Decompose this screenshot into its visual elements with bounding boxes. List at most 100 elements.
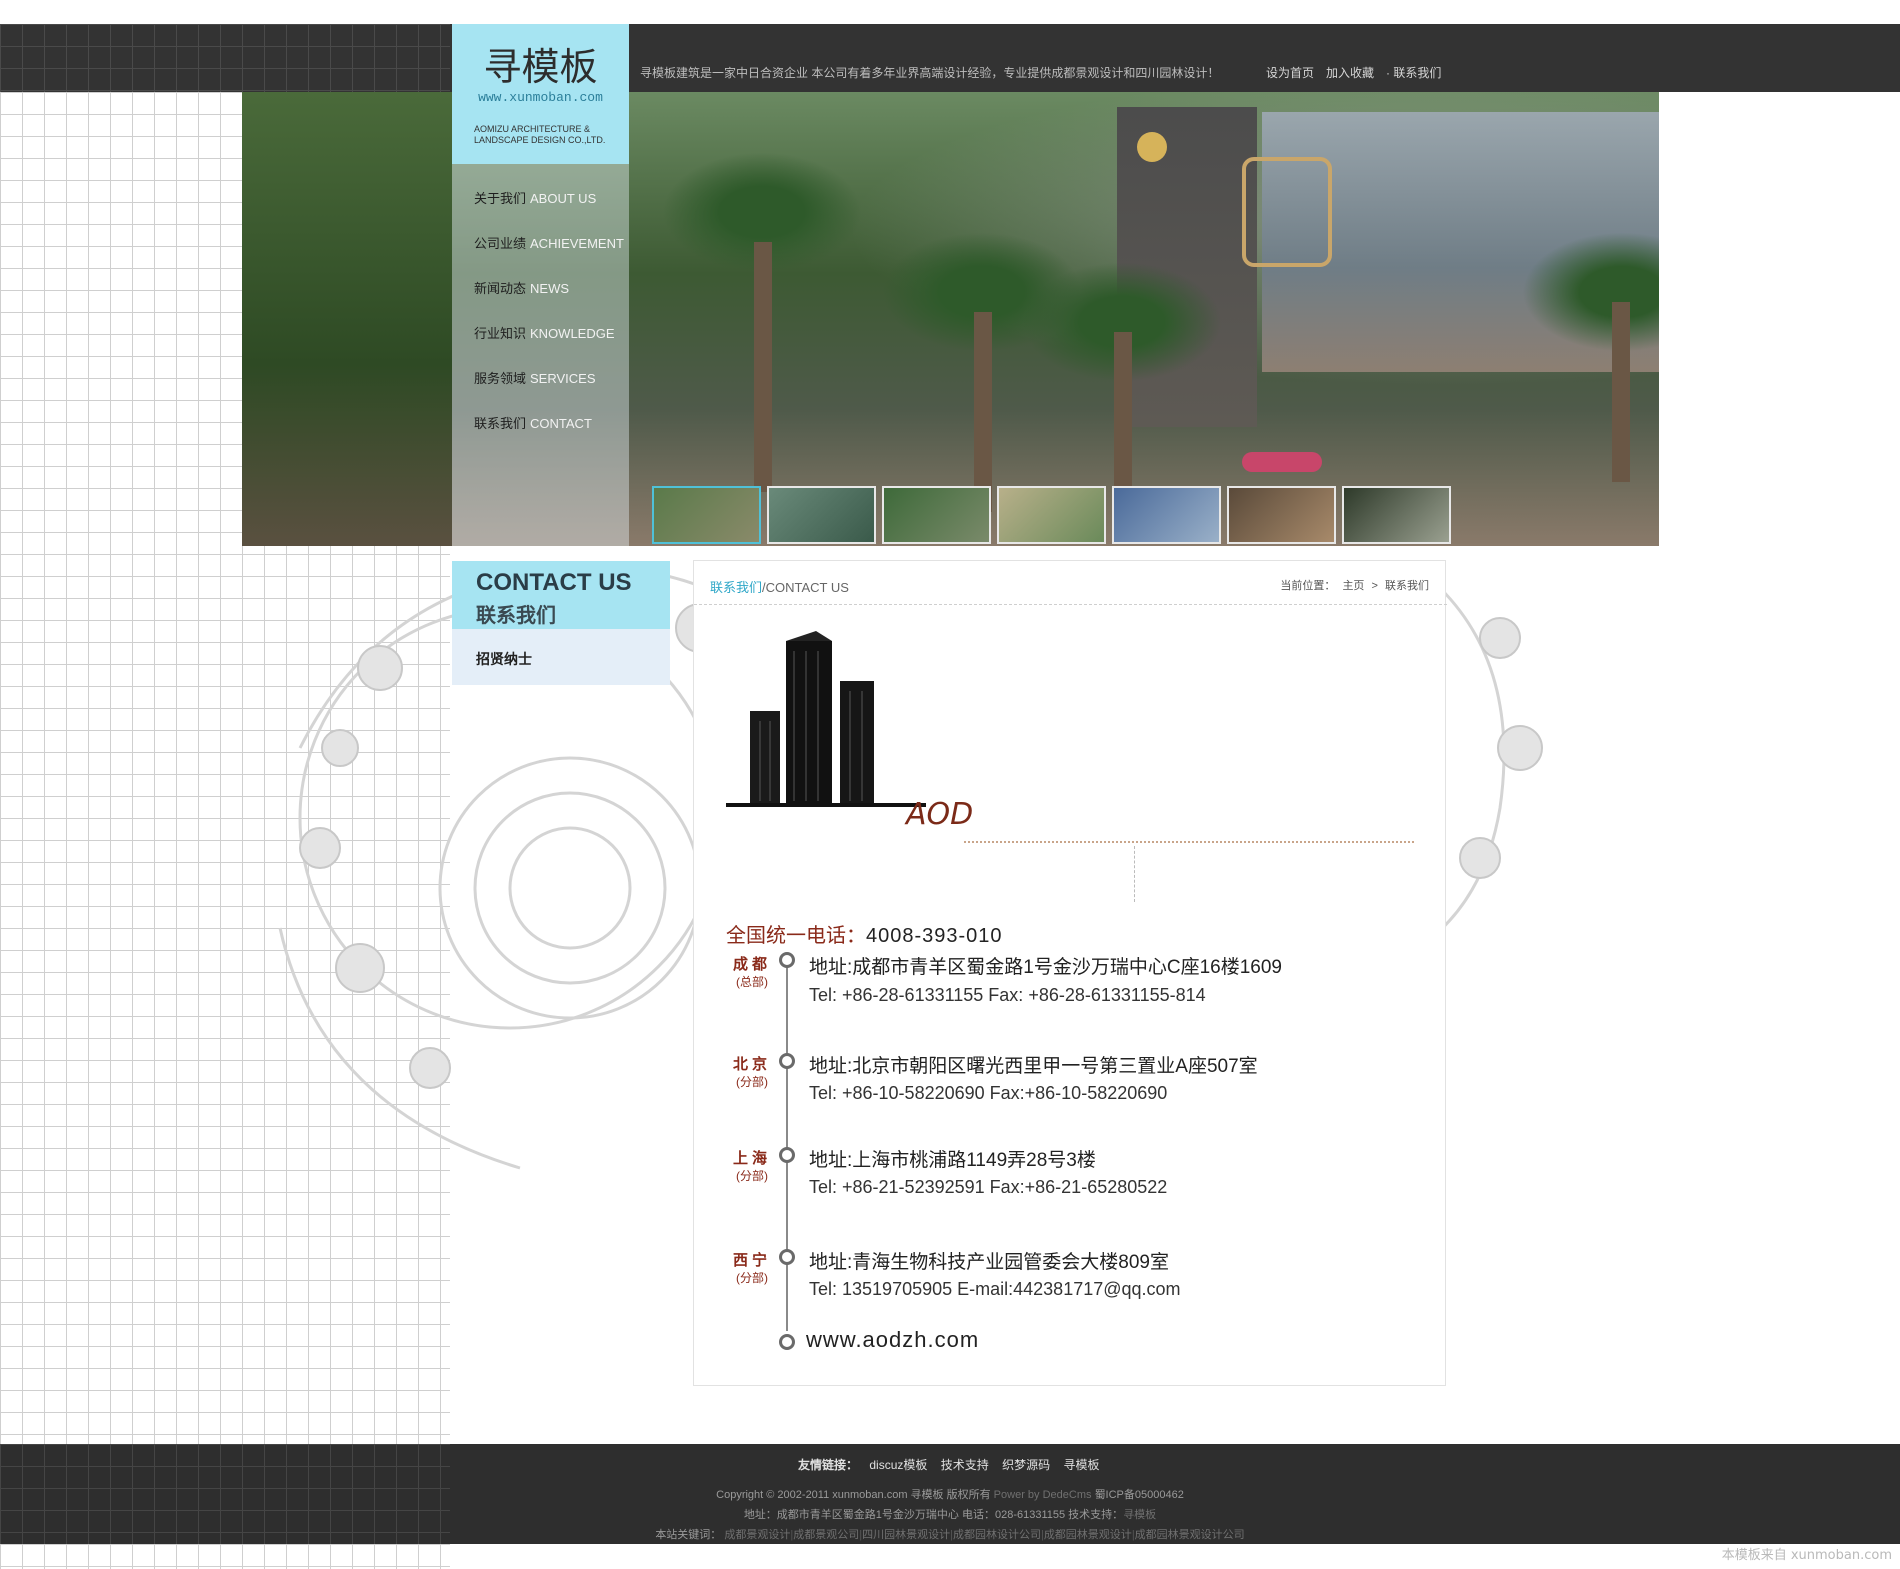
company-name-en: AOMIZU ARCHITECTURE & LANDSCAPE DESIGN C… [474, 124, 606, 145]
sidebar-menu: 招贤纳士 [452, 629, 670, 685]
aod-logo: AOD [906, 797, 974, 832]
hero-palm-trunk [754, 242, 772, 492]
office-contact: Tel: +86-28-61331155 Fax: +86-28-6133115… [809, 985, 1206, 1005]
copyright-line: Copyright © 2002-2011 xunmoban.com 寻模板 版… [0, 1486, 1900, 1502]
friend-links: 友情链接： discuz模板 技术支持 织梦源码 寻模板 [798, 1456, 1109, 1473]
office-type: (分部) [736, 1271, 768, 1285]
nav-item-label-cn: 新闻动态 [474, 281, 527, 296]
content-title-cn: 联系我们 [710, 580, 763, 595]
top-bar-grid [0, 24, 450, 92]
contact-content: 联系我们/CONTACT US 当前位置： 主页 > 联系我们 AOD 全国统一… [693, 560, 1447, 1386]
hotline-label: 全国统一电话： [726, 925, 866, 947]
top-bar: 寻模板建筑是一家中日合资企业 本公司有着多年业界高端设计经验，专业提供成都景观设… [0, 24, 1900, 92]
logo-panel[interactable]: 寻模板 www.xunmoban.com AOMIZU ARCHITECTURE… [452, 24, 629, 164]
office-address: 地址:北京市朝阳区曙光西里甲一号第三置业A座507室 [809, 1056, 1258, 1077]
keyword-link[interactable]: 成都园林景观设计 [1044, 1529, 1132, 1541]
office-address: 地址:青海生物科技产业园管委会大楼809室 [809, 1252, 1169, 1273]
office-city: 上海 [732, 1150, 771, 1167]
keyword-link[interactable]: 四川园林景观设计 [862, 1529, 950, 1541]
content-title: 联系我们/CONTACT US [710, 577, 849, 596]
friend-links-label: 友情链接： [798, 1458, 859, 1472]
office-city: 西宁 [732, 1252, 771, 1269]
sidebar-title-en: CONTACT US [476, 569, 632, 596]
set-homepage-link[interactable]: 设为首页 [1266, 64, 1314, 81]
keywords-line: 本站关键词： 成都景观设计|成都景观公司|四川园林景观设计|成都园林设计公司|成… [0, 1526, 1900, 1542]
banner-thumbnail[interactable] [882, 486, 991, 544]
nav-item-knowledge[interactable]: 行业知识 KNOWLEDGE [474, 323, 615, 343]
nav-item-label-en: KNOWLEDGE [530, 326, 615, 341]
timeline-node [779, 1334, 795, 1350]
nav-item-label-en: ACHIEVEMENT [530, 236, 624, 251]
friend-link[interactable]: discuz模板 [869, 1458, 927, 1472]
office-address: 地址:上海市桃浦路1149弄28号3楼 [809, 1150, 1096, 1171]
website-url[interactable]: www.aodzh.com [806, 1327, 979, 1353]
breadcrumb-separator: > [1371, 580, 1378, 592]
hero-palm-trunk [1612, 302, 1630, 482]
banner-thumbnail[interactable] [767, 486, 876, 544]
top-links: 设为首页 加入收藏 · 联系我们 [1266, 64, 1441, 81]
contact-us-link[interactable]: · 联系我们 [1386, 64, 1441, 81]
hero-palm-trunk [1114, 332, 1132, 502]
copyright-text: Copyright © 2002-2011 xunmoban.com 寻模板 版… [716, 1489, 991, 1501]
sidebar-item-recruitment[interactable]: 招贤纳士 [476, 649, 532, 669]
hero-flowers [1242, 452, 1322, 472]
office-city: 成都 [732, 956, 771, 973]
keyword-link[interactable]: 成都景观公司 [793, 1529, 859, 1541]
office-address: 地址:成都市青羊区蜀金路1号金沙万瑞中心C座16楼1609 [809, 957, 1282, 978]
site-intro: 寻模板建筑是一家中日合资企业 本公司有着多年业界高端设计经验，专业提供成都景观设… [640, 66, 1220, 80]
nav-item-label-cn: 服务领域 [474, 371, 527, 386]
nav-item-label-cn: 行业知识 [474, 326, 527, 341]
friend-link[interactable]: 技术支持 [941, 1458, 989, 1472]
tech-support-link[interactable]: 寻模板 [1123, 1509, 1156, 1521]
breadcrumb: 当前位置： 主页 > 联系我们 [1278, 577, 1431, 593]
skyscraper-illustration [726, 631, 926, 807]
icp-number: 蜀ICP备05000462 [1094, 1489, 1184, 1501]
keyword-link[interactable]: 成都园林设计公司 [953, 1529, 1041, 1541]
divider-dotted [964, 841, 1414, 843]
logo-title: 寻模板 [483, 45, 598, 89]
office-type: (分部) [736, 1169, 768, 1183]
nav-item-label-cn: 联系我们 [474, 416, 527, 431]
hero-tower-emblem [1137, 132, 1167, 162]
add-favorite-link[interactable]: 加入收藏 [1326, 64, 1374, 81]
banner-thumbnail[interactable] [1227, 486, 1336, 544]
banner-thumbnail[interactable] [1342, 486, 1451, 544]
nav-item-achievement[interactable]: 公司业绩 ACHIEVEMENT [474, 233, 624, 253]
sidebar-title-cn: 联系我们 [476, 605, 556, 627]
nav-item-contact[interactable]: 联系我们 CONTACT [474, 413, 592, 433]
main-nav: 关于我们 ABOUT US 公司业绩 ACHIEVEMENT 新闻动态 NEWS 行业… [452, 164, 629, 546]
banner-thumbnail[interactable] [997, 486, 1106, 544]
timeline-line [786, 961, 788, 1331]
breadcrumb-home-link[interactable]: 主页 [1342, 580, 1364, 592]
banner-thumbnails [652, 486, 1451, 544]
office-city: 北京 [732, 1056, 771, 1073]
nav-item-label-cn: 公司业绩 [474, 236, 527, 251]
nav-item-services[interactable]: 服务领域 SERVICES [474, 368, 596, 388]
banner-thumbnail[interactable] [652, 486, 761, 544]
keyword-link[interactable]: 成都园林景观设计公司 [1135, 1529, 1245, 1541]
office-type: (分部) [736, 1075, 768, 1089]
nav-item-label-en: CONTACT [530, 416, 592, 431]
nav-item-about[interactable]: 关于我们 ABOUT US [474, 188, 596, 208]
footer-address: 地址：成都市青羊区蜀金路1号金沙万瑞中心 电话：028-61331155 技术支… [743, 1509, 1124, 1521]
logo-url: www.xunmoban.com [478, 90, 603, 105]
office-contact: Tel: +86-21-52392591 Fax:+86-21-65280522 [809, 1177, 1168, 1197]
nav-item-news[interactable]: 新闻动态 NEWS [474, 278, 569, 298]
powered-by-link[interactable]: Power by DedeCms [994, 1489, 1092, 1501]
content-header: 联系我们/CONTACT US 当前位置： 主页 > 联系我们 [694, 561, 1447, 605]
hero-palm-trunk [974, 312, 992, 512]
footer: 友情链接： discuz模板 技术支持 织梦源码 寻模板 Copyright ©… [0, 1444, 1900, 1544]
breadcrumb-current[interactable]: 联系我们 [1385, 580, 1429, 592]
keywords-label: 本站关键词： [655, 1529, 722, 1541]
nav-item-label-en: NEWS [530, 281, 570, 296]
friend-link[interactable]: 织梦源码 [1002, 1458, 1050, 1472]
friend-link[interactable]: 寻模板 [1063, 1458, 1099, 1472]
address-line: 地址：成都市青羊区蜀金路1号金沙万瑞中心 电话：028-61331155 技术支… [0, 1506, 1900, 1522]
office-type: (总部) [736, 975, 768, 989]
grid-background-bottom [0, 1544, 450, 1569]
content-title-en: /CONTACT US [762, 580, 849, 595]
hero-left-foliage [242, 92, 452, 546]
banner-thumbnail[interactable] [1112, 486, 1221, 544]
divider-vertical [1134, 846, 1135, 902]
keyword-link[interactable]: 成都景观设计 [724, 1529, 790, 1541]
